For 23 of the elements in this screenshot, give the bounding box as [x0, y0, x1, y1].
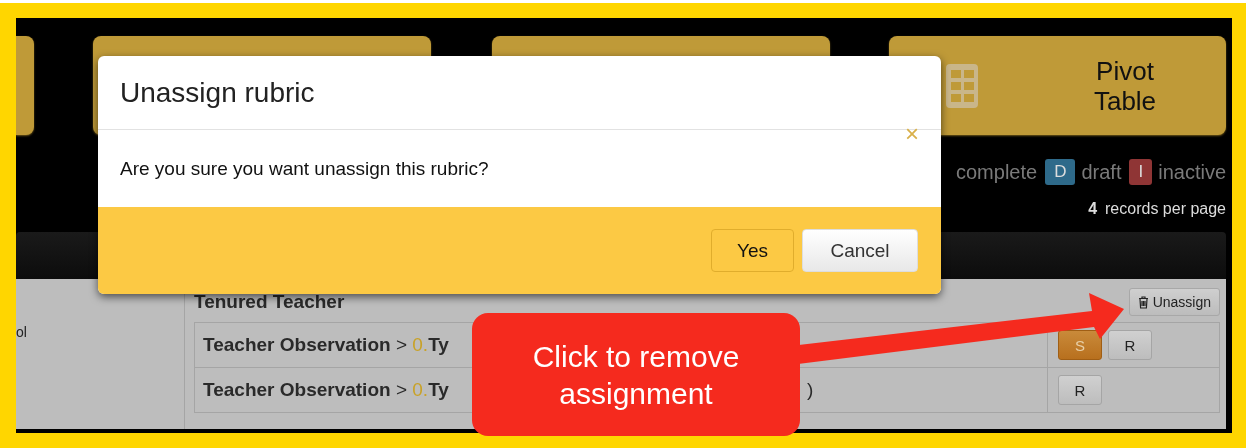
status-badge: I	[1129, 159, 1153, 185]
rubric-title: Teacher Observation > 0.Ty	[203, 334, 449, 356]
callout-text: Click to remove assignment	[531, 338, 741, 412]
table-cell: ol	[16, 324, 27, 340]
rubric-button[interactable]: R	[1108, 330, 1152, 360]
cancel-button[interactable]: Cancel	[802, 229, 918, 272]
dialog-title: Unassign rubric	[120, 76, 315, 109]
status-badge: D	[1045, 159, 1076, 185]
table-icon	[945, 62, 979, 109]
rubric-button[interactable]: R	[1058, 375, 1102, 405]
dialog-message: Are you sure you want unassign this rubric?	[120, 157, 489, 180]
confirm-button[interactable]: Yes	[711, 229, 794, 272]
trash-icon	[1137, 295, 1149, 309]
legend-label: complete	[956, 160, 1038, 184]
records-label: records per page	[1105, 200, 1226, 218]
unassign-button[interactable]: Unassign	[1128, 288, 1220, 316]
legend-label: inactive	[1158, 160, 1226, 184]
tile-button[interactable]	[16, 36, 34, 135]
group-title: Tenured Teacher	[194, 291, 345, 313]
rubric-title: Teacher Observation > 0.Ty	[203, 379, 449, 401]
records-count: 4	[1088, 200, 1098, 218]
legend-label: draft	[1081, 160, 1122, 184]
rubric-title-end: )	[806, 379, 814, 401]
